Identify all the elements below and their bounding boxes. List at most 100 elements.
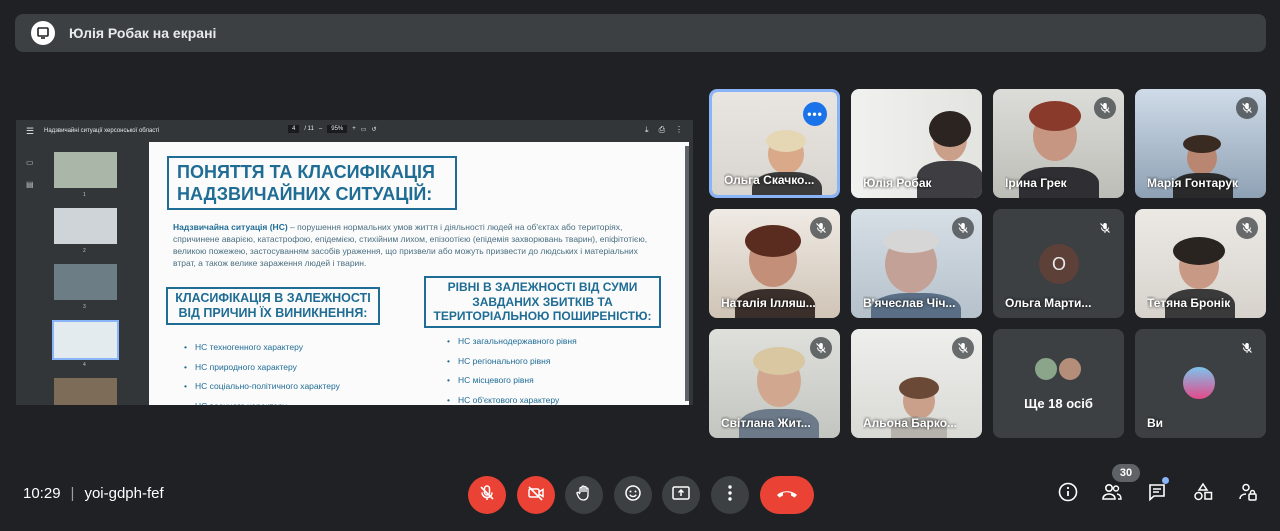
thumbnails-icon[interactable]: ▭ [26,152,34,174]
raise-hand-button[interactable] [565,476,603,514]
zoom-out-icon[interactable]: – [319,126,322,132]
lock-person-icon [1238,482,1258,507]
mic-off-icon [478,484,496,507]
right-heading: РІВНІ В ЗАЛЕЖНОСТІ ВІД СУМИ ЗАВДАНИХ ЗБИ… [424,276,661,328]
more-participants-count: Ще 18 осіб [1024,396,1093,411]
participant-tile[interactable]: Альона Барко... [851,329,982,438]
avatar [1057,356,1083,382]
participant-name: Ольга Скачко... [724,173,815,187]
list-item: НС загальнодержавного рівня [447,332,577,352]
list-item: НС об'єктового характеру [447,391,577,406]
shared-screen[interactable]: ☰ Надзвичайні ситуації херсонської облас… [16,120,693,405]
zoom-in-icon[interactable]: + [352,126,356,132]
page-thumbnail[interactable] [54,264,117,300]
presenting-icon [31,21,55,45]
thumb-number: 4 [83,362,86,368]
menu-icon[interactable]: ☰ [26,126,36,137]
page-thumbnail[interactable] [52,320,119,360]
more-options-button[interactable] [711,476,749,514]
participant-tile[interactable]: Наталія Ілляш... [709,209,840,318]
meeting-code: yoi-gdph-fef [84,485,164,502]
avatar: О [1039,244,1079,284]
chat-button[interactable] [1145,482,1169,506]
banner-text: Юлія Робак на екрані [69,25,217,41]
mic-off-icon [952,217,974,239]
thumbnail-sidebar: ▭ ▤ 1 2 3 4 [16,142,146,405]
participant-name: Ви [1147,416,1164,430]
list-item: НС воєнного характеру [184,397,340,406]
participant-name: Світлана Жит... [721,416,811,430]
participant-name: Наталія Ілляш... [721,296,816,310]
participant-name: Альона Барко... [863,416,958,430]
right-list: НС загальнодержавного рівня НС регіональ… [447,332,577,405]
leave-call-button[interactable] [760,476,814,514]
camera-toggle-button[interactable] [517,476,555,514]
presentation-banner: Юлія Робак на екрані [15,14,1266,52]
participant-tile[interactable]: Марія Гонтарук [1135,89,1266,198]
participant-tile[interactable]: О Ольга Марти... [993,209,1124,318]
participant-name: Марія Гонтарук [1147,176,1239,190]
participant-name: Ольга Марти... [1005,296,1092,310]
divider: | [70,485,75,502]
list-item: НС техногенного характеру [184,338,340,358]
clock: 10:29 [23,485,61,502]
list-item: НС місцевого рівня [447,371,577,391]
pdf-scrollbar[interactable] [685,146,689,401]
mic-off-icon [1236,337,1258,359]
mic-off-icon [810,217,832,239]
more-vert-icon [728,484,732,506]
activities-button[interactable] [1191,482,1215,506]
people-button[interactable] [1100,482,1124,506]
more-options-icon[interactable]: ⋮ [675,125,683,135]
mic-toggle-button[interactable] [468,476,506,514]
reactions-button[interactable] [614,476,652,514]
participant-tile[interactable]: В'ячеслав Чіч... [851,209,982,318]
page-thumbnail[interactable] [54,208,117,244]
page-thumbnail[interactable] [54,378,117,405]
chat-notification-dot [1162,477,1169,484]
download-icon[interactable]: ⤓ [645,125,649,135]
participant-tile[interactable]: Юлія Робак [851,89,982,198]
present-button[interactable] [662,476,700,514]
fit-page-icon[interactable]: ▭ [361,126,367,133]
mic-off-icon [952,337,974,359]
participant-tile[interactable]: Ірина Грек [993,89,1124,198]
participant-name: Юлія Робак [863,176,932,190]
page-thumbnail[interactable] [54,152,117,188]
participant-tile[interactable]: Тетяна Бронік [1135,209,1266,318]
mic-off-icon [1094,97,1116,119]
camera-off-icon [527,484,545,507]
avatar [1181,365,1217,401]
left-heading: КЛАСИФІКАЦІЯ В ЗАЛЕЖНОСТІ ВІД ПРИЧИН ЇХ … [166,287,380,325]
hang-up-icon [776,486,798,504]
more-participants-tile[interactable]: Ще 18 осіб [993,329,1124,438]
info-icon [1058,482,1078,507]
hand-icon [575,484,593,507]
control-bar: 10:29 | yoi-gdph-fef 30 [0,464,1280,520]
shapes-icon [1193,482,1213,507]
thumb-number: 2 [83,248,86,254]
self-tile[interactable]: Ви [1135,329,1266,438]
outline-icon[interactable]: ▤ [26,174,34,196]
pdf-toolbar: ☰ Надзвичайні ситуації херсонської облас… [16,120,693,142]
list-item: НС регіонального рівня [447,352,577,372]
mic-off-icon [1236,97,1258,119]
people-icon [1101,483,1123,506]
participant-name: В'ячеслав Чіч... [863,296,956,310]
rotate-icon[interactable]: ↺ [371,126,376,133]
zoom-input[interactable]: 95% [327,125,348,133]
print-icon[interactable]: ⎙ [659,125,665,135]
list-item: НС соціально-політичного характеру [184,377,340,397]
pdf-title: Надзвичайні ситуації херсонської області [44,128,160,134]
meeting-info-button[interactable] [1056,482,1080,506]
page-number-input[interactable]: 4 [288,125,300,133]
list-item: НС природного характеру [184,358,340,378]
participant-name: Тетяна Бронік [1147,296,1231,310]
page-total: / 11 [304,126,314,132]
participant-tile[interactable]: Світлана Жит... [709,329,840,438]
slide-title: ПОНЯТТЯ ТА КЛАСИФІКАЦІЯ НАДЗВИЧАЙНИХ СИТ… [167,156,457,210]
participant-tile[interactable]: ••• Ольга Скачко... [709,89,840,198]
host-controls-button[interactable] [1236,482,1260,506]
more-options-icon[interactable]: ••• [803,102,827,126]
definition-text: Надзвичайна ситуація (НС) – порушення но… [173,221,661,269]
